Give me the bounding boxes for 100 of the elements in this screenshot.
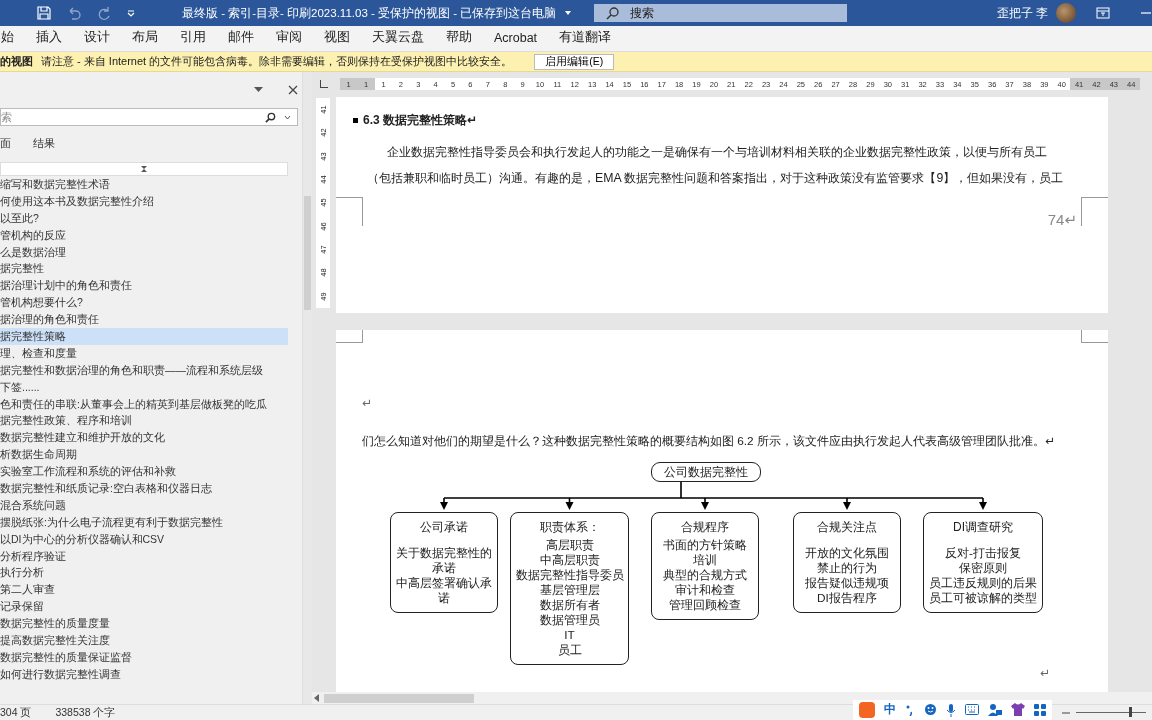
shirt-icon[interactable] <box>1011 703 1025 716</box>
search-icon[interactable] <box>265 111 276 123</box>
ribbon-display-icon[interactable] <box>1096 7 1110 19</box>
microphone-icon[interactable] <box>946 702 956 717</box>
node-text: 中高层职责 <box>539 553 600 568</box>
ribbon-tab[interactable]: 设计 <box>75 26 119 51</box>
keyboard-icon[interactable] <box>965 704 979 715</box>
redo-icon[interactable] <box>96 5 112 21</box>
scrollbar[interactable] <box>302 72 312 704</box>
node-text: 数据管理员 <box>539 613 600 628</box>
scrollbar[interactable] <box>312 692 1152 704</box>
caret-icon[interactable] <box>254 87 263 93</box>
heading-item[interactable]: 据完整性政策、程序和培训 <box>0 412 288 430</box>
ribbon-tab[interactable]: 天翼云盘 <box>363 26 433 51</box>
close-icon[interactable] <box>288 85 298 95</box>
zoom-thumb[interactable] <box>1129 707 1133 717</box>
paragraph-mark: ↵ <box>1039 666 1050 680</box>
heading-item[interactable]: 何使用这本书及数据完整性介绍 <box>0 192 288 210</box>
paragraph-line: 企业数据完整性指导委员会和执行发起人的功能之一是确保有一个与培训材料相关联的企业数据完整性政策，以便与所有员工 <box>387 144 1048 161</box>
ribbon-tab[interactable]: 插入 <box>27 26 71 51</box>
heading-item[interactable]: 析数据生命周期 <box>0 446 288 464</box>
crop-mark <box>1081 330 1108 343</box>
heading-item[interactable]: 第二人审查 <box>0 581 288 599</box>
node-text: 报告疑似违规项 <box>805 576 889 591</box>
node-text: 员工可被谅解的类型 <box>929 591 1037 606</box>
page-count[interactable]: 304 页 <box>0 705 32 720</box>
node-text: 管理回顾检查 <box>669 598 741 613</box>
heading-item[interactable]: 数据完整性的质量度量 <box>0 615 288 633</box>
paragraph-line: 们怎么知道对他们的期望是什么？这种数据完整性策略的概要结构如图 6.2 所示，该文件应由执行发起人代表高级管理团队批准。↵ <box>362 434 1056 450</box>
node-title: 合规程序 <box>680 519 730 536</box>
node-title: 公司承诺 <box>419 519 469 536</box>
input-method-icon[interactable] <box>859 701 875 718</box>
heading-item[interactable]: 提高数据完整性关注度 <box>0 632 288 649</box>
heading-item[interactable]: 如何进行数据完整性调查 <box>0 665 288 683</box>
heading-item[interactable]: 理、检查和度量 <box>0 344 288 362</box>
heading-item[interactable]: 么是数据治理 <box>0 243 288 261</box>
heading-item[interactable]: 分析程序验证 <box>0 547 288 565</box>
grid-icon[interactable] <box>1034 703 1046 716</box>
heading-item[interactable]: 色和责任的串联:从董事会上的精英到基层做板凳的吃瓜 <box>0 395 288 413</box>
crop-mark <box>336 197 363 226</box>
paragraph-line: （包括兼职和临时员工）沟通。有趣的是，EMA 数据完整性问题和答案指出，对于这种政策没有监管要求【9】，但如果没有，员工 <box>367 170 1065 187</box>
node-text: 培训 <box>693 553 717 568</box>
word-count[interactable]: 338538 个字 <box>55 705 116 720</box>
heading-item[interactable]: 实验室工作流程和系统的评估和补救 <box>0 463 288 481</box>
heading-item[interactable]: 数据完整性的质量保证监督 <box>0 648 288 666</box>
heading-item[interactable]: 记录保留 <box>0 598 288 616</box>
search-field[interactable]: 索 <box>0 108 298 126</box>
node-text: IT <box>564 628 575 643</box>
heading-item[interactable]: 管机构想要什么? <box>0 294 288 312</box>
heading-item[interactable]: 据治理的角色和责任 <box>0 311 288 328</box>
heading-item[interactable]: 执行分析 <box>0 564 288 582</box>
caret-icon[interactable] <box>564 9 573 17</box>
ribbon-tab[interactable]: 视图 <box>315 26 359 51</box>
ribbon-tab[interactable]: 帮助 <box>437 26 481 51</box>
navigation-tab[interactable]: 结果 <box>31 133 57 155</box>
emoji-icon[interactable] <box>924 703 937 716</box>
node-text: 反对-打击报复 <box>945 546 1021 561</box>
paragraph-mark: ↵ <box>362 396 373 410</box>
search-field[interactable]: 搜索 <box>594 4 847 22</box>
node-text: 数据所有者 <box>539 598 600 613</box>
customize-caret-icon[interactable] <box>126 8 136 18</box>
heading-item[interactable]: 数据完整性和纸质记录:空白表格和仪器日志 <box>0 480 288 497</box>
node-title: 合规关注点 <box>816 519 878 536</box>
ime-mode[interactable]: 中 <box>884 701 896 718</box>
heading-item[interactable]: 据治理计划中的角色和责任 <box>0 277 288 295</box>
punctuation-icon[interactable] <box>905 703 915 716</box>
ribbon-tab[interactable]: 审阅 <box>267 26 311 51</box>
ribbon-tab[interactable]: 引用 <box>171 26 215 51</box>
heading-item[interactable]: 据完整性和数据治理的角色和职责——流程和系统层级 <box>0 361 288 379</box>
ribbon-tab[interactable]: 有道翻译 <box>550 26 621 51</box>
heading-item[interactable]: 以DI为中心的分析仪器确认和CSV <box>0 530 288 548</box>
enable-editing-button[interactable]: 启用编辑(E) <box>534 53 615 70</box>
node-text: 员工 <box>557 643 582 658</box>
heading-item[interactable]: 缩写和数据完整性术语 <box>0 176 288 193</box>
bullet-icon <box>353 118 358 123</box>
ribbon-tab[interactable]: 邮件 <box>219 26 263 51</box>
heading-item[interactable]: 据完整性 <box>0 260 288 278</box>
user-icon[interactable] <box>988 703 1002 716</box>
heading-item[interactable]: 以至此? <box>0 209 288 227</box>
save-icon[interactable] <box>36 5 52 21</box>
heading-item[interactable]: 下签...... <box>0 378 288 396</box>
minimize-icon[interactable] <box>1140 11 1152 15</box>
heading-item[interactable]: 混合系统问题 <box>0 496 288 514</box>
node-text: DI报告程序 <box>817 591 877 606</box>
ribbon-tab[interactable]: 始 <box>0 26 23 51</box>
scroll-left-icon[interactable] <box>314 694 320 702</box>
heading-item[interactable]: 数据完整性建立和维护开放的文化 <box>0 429 288 447</box>
node-text: 中高层签署确认承诺 <box>395 576 493 606</box>
navigation-tab[interactable]: 面 <box>0 133 13 155</box>
ribbon-tab[interactable]: Acrobat <box>485 27 547 50</box>
tab-selector-icon[interactable] <box>320 80 328 88</box>
heading-item[interactable]: 据完整性策略 <box>0 328 288 345</box>
node-text: 数据完整性指导委员 <box>515 568 624 583</box>
node-text: 高层职责 <box>545 538 594 553</box>
heading-item[interactable]: 摆脱纸张:为什么电子流程更有利于数据完整性 <box>0 513 288 531</box>
ribbon-tab[interactable]: 布局 <box>123 26 167 51</box>
diagram-node: 公司数据完整性 <box>651 462 761 482</box>
user-name[interactable]: 歪把子 李 <box>996 4 1048 22</box>
heading-item[interactable]: 管机构的反应 <box>0 226 288 244</box>
dropdown-caret-icon[interactable] <box>284 114 291 120</box>
